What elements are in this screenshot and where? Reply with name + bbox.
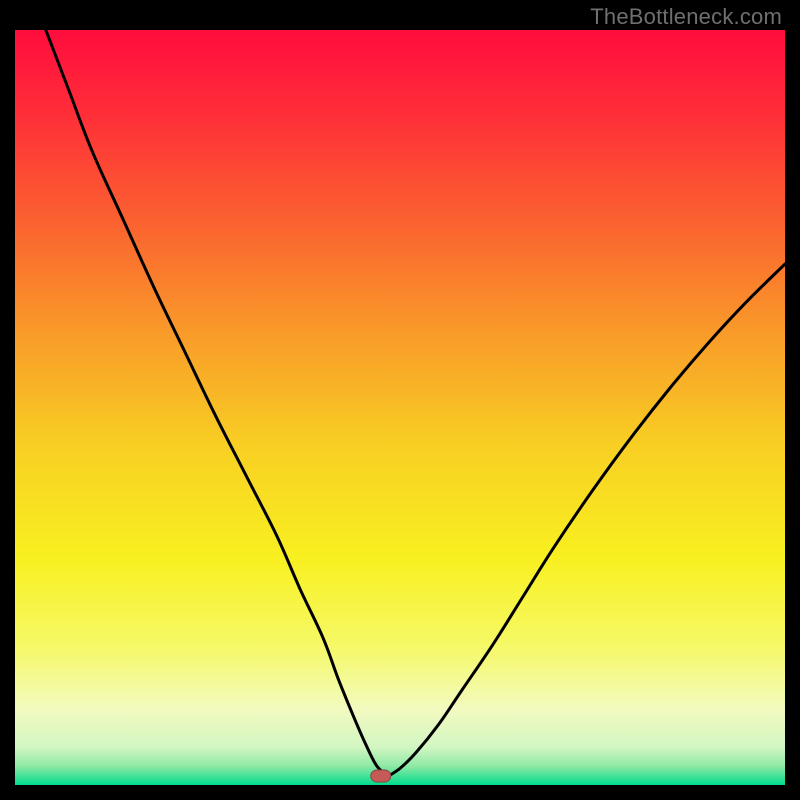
chart-frame: TheBottleneck.com <box>0 0 800 800</box>
plot-svg <box>15 30 785 785</box>
watermark-text: TheBottleneck.com <box>590 4 782 30</box>
plot-area <box>15 30 785 785</box>
gradient-background <box>15 30 785 785</box>
bottleneck-marker <box>371 770 391 782</box>
